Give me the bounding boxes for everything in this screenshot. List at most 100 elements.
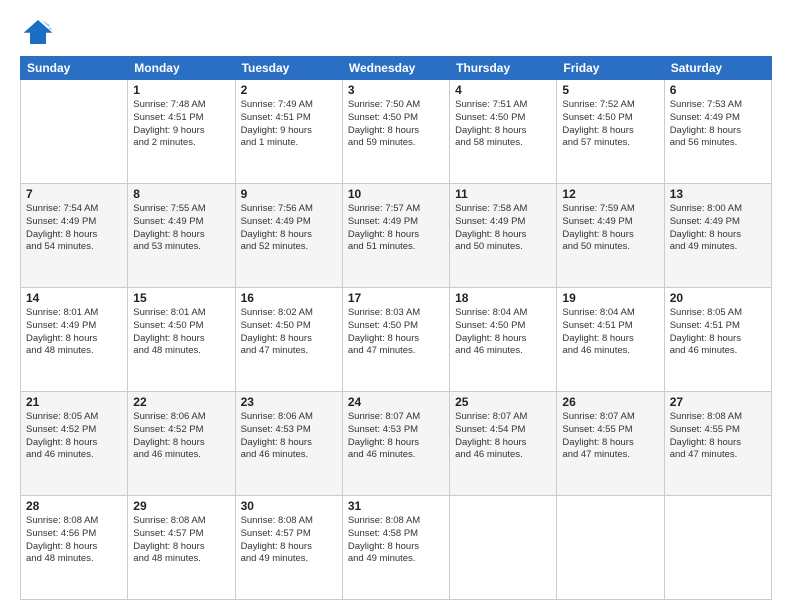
day-info: Sunrise: 8:08 AM Sunset: 4:57 PM Dayligh…	[241, 515, 337, 566]
calendar-cell: 25Sunrise: 8:07 AM Sunset: 4:54 PM Dayli…	[450, 392, 557, 496]
day-number: 17	[348, 291, 444, 305]
calendar-cell: 17 Sunrise: 8:03 AM Sunset: 4:50 PM Dayli…	[342, 288, 449, 392]
calendar-header-row: SundayMondayTuesdayWednesdayThursdayFrid…	[21, 57, 772, 80]
day-info: Sunrise: 8:01 AM Sunset: 4:49 PM Dayligh…	[26, 307, 122, 358]
calendar-cell: 16 Sunrise: 8:02 AM Sunset: 4:50 PM Dayli…	[235, 288, 342, 392]
calendar-dow-wednesday: Wednesday	[342, 57, 449, 80]
calendar-cell: 2Sunrise: 7:49 AM Sunset: 4:51 PM Daylig…	[235, 80, 342, 184]
day-number: 12	[562, 187, 658, 201]
day-info: Sunrise: 7:53 AM Sunset: 4:49 PM Dayligh…	[670, 99, 766, 150]
day-info: Sunrise: 8:06 AM Sunset: 4:52 PM Dayligh…	[133, 411, 229, 462]
calendar-cell: 27Sunrise: 8:08 AM Sunset: 4:55 PM Dayli…	[664, 392, 771, 496]
day-number: 29	[133, 499, 229, 513]
day-info: Sunrise: 8:08 AM Sunset: 4:57 PM Dayligh…	[133, 515, 229, 566]
calendar-cell: 1 Sunrise: 7:48 AM Sunset: 4:51 PM Daylig…	[128, 80, 235, 184]
calendar-cell: 29 Sunrise: 8:08 AM Sunset: 4:57 PM Dayli…	[128, 496, 235, 600]
logo	[20, 18, 58, 46]
day-info: Sunrise: 8:04 AM Sunset: 4:51 PM Dayligh…	[562, 307, 658, 358]
calendar-cell: 31 Sunrise: 8:08 AM Sunset: 4:58 PM Dayli…	[342, 496, 449, 600]
calendar-cell: 24 Sunrise: 8:07 AM Sunset: 4:53 PM Dayli…	[342, 392, 449, 496]
calendar-week-5: 28 Sunrise: 8:08 AM Sunset: 4:56 PM Dayli…	[21, 496, 772, 600]
day-number: 30	[241, 499, 337, 513]
day-number: 31	[348, 499, 444, 513]
calendar-cell: 28 Sunrise: 8:08 AM Sunset: 4:56 PM Dayli…	[21, 496, 128, 600]
calendar-dow-friday: Friday	[557, 57, 664, 80]
calendar-cell: 23 Sunrise: 8:06 AM Sunset: 4:53 PM Dayli…	[235, 392, 342, 496]
day-info: Sunrise: 7:57 AM Sunset: 4:49 PM Dayligh…	[348, 203, 444, 254]
day-info: Sunrise: 8:03 AM Sunset: 4:50 PM Dayligh…	[348, 307, 444, 358]
day-info: Sunrise: 8:01 AM Sunset: 4:50 PM Dayligh…	[133, 307, 229, 358]
day-info: Sunrise: 7:59 AM Sunset: 4:49 PM Dayligh…	[562, 203, 658, 254]
calendar-cell	[557, 496, 664, 600]
calendar-cell: 9 Sunrise: 7:56 AM Sunset: 4:49 PM Daylig…	[235, 184, 342, 288]
day-info: Sunrise: 8:02 AM Sunset: 4:50 PM Dayligh…	[241, 307, 337, 358]
page: SundayMondayTuesdayWednesdayThursdayFrid…	[0, 0, 792, 612]
day-info: Sunrise: 7:54 AM Sunset: 4:49 PM Dayligh…	[26, 203, 122, 254]
day-number: 9	[241, 187, 337, 201]
calendar-dow-sunday: Sunday	[21, 57, 128, 80]
day-info: Sunrise: 8:07 AM Sunset: 4:55 PM Dayligh…	[562, 411, 658, 462]
calendar-cell: 21Sunrise: 8:05 AM Sunset: 4:52 PM Dayli…	[21, 392, 128, 496]
day-info: Sunrise: 8:08 AM Sunset: 4:58 PM Dayligh…	[348, 515, 444, 566]
day-number: 24	[348, 395, 444, 409]
calendar-cell: 22 Sunrise: 8:06 AM Sunset: 4:52 PM Dayli…	[128, 392, 235, 496]
calendar-cell: 26 Sunrise: 8:07 AM Sunset: 4:55 PM Dayli…	[557, 392, 664, 496]
day-number: 2	[241, 83, 337, 97]
calendar-cell: 19Sunrise: 8:04 AM Sunset: 4:51 PM Dayli…	[557, 288, 664, 392]
calendar-dow-monday: Monday	[128, 57, 235, 80]
day-info: Sunrise: 7:58 AM Sunset: 4:49 PM Dayligh…	[455, 203, 551, 254]
calendar-cell	[664, 496, 771, 600]
day-info: Sunrise: 7:48 AM Sunset: 4:51 PM Dayligh…	[133, 99, 229, 150]
calendar-cell	[21, 80, 128, 184]
day-info: Sunrise: 7:50 AM Sunset: 4:50 PM Dayligh…	[348, 99, 444, 150]
day-number: 18	[455, 291, 551, 305]
day-number: 13	[670, 187, 766, 201]
calendar-cell	[450, 496, 557, 600]
calendar-week-1: 1 Sunrise: 7:48 AM Sunset: 4:51 PM Daylig…	[21, 80, 772, 184]
day-number: 7	[26, 187, 122, 201]
day-info: Sunrise: 8:06 AM Sunset: 4:53 PM Dayligh…	[241, 411, 337, 462]
calendar-cell: 18 Sunrise: 8:04 AM Sunset: 4:50 PM Dayli…	[450, 288, 557, 392]
calendar-cell: 11 Sunrise: 7:58 AM Sunset: 4:49 PM Dayli…	[450, 184, 557, 288]
calendar-cell: 12 Sunrise: 7:59 AM Sunset: 4:49 PM Dayli…	[557, 184, 664, 288]
day-number: 28	[26, 499, 122, 513]
calendar-dow-tuesday: Tuesday	[235, 57, 342, 80]
day-number: 27	[670, 395, 766, 409]
calendar-week-4: 21Sunrise: 8:05 AM Sunset: 4:52 PM Dayli…	[21, 392, 772, 496]
day-number: 26	[562, 395, 658, 409]
day-number: 6	[670, 83, 766, 97]
calendar-cell: 20Sunrise: 8:05 AM Sunset: 4:51 PM Dayli…	[664, 288, 771, 392]
day-info: Sunrise: 7:56 AM Sunset: 4:49 PM Dayligh…	[241, 203, 337, 254]
calendar-cell: 15Sunrise: 8:01 AM Sunset: 4:50 PM Dayli…	[128, 288, 235, 392]
day-number: 23	[241, 395, 337, 409]
day-number: 21	[26, 395, 122, 409]
calendar-cell: 7 Sunrise: 7:54 AM Sunset: 4:49 PM Daylig…	[21, 184, 128, 288]
calendar-cell: 14 Sunrise: 8:01 AM Sunset: 4:49 PM Dayli…	[21, 288, 128, 392]
day-number: 1	[133, 83, 229, 97]
calendar-cell: 3Sunrise: 7:50 AM Sunset: 4:50 PM Daylig…	[342, 80, 449, 184]
day-number: 5	[562, 83, 658, 97]
day-number: 16	[241, 291, 337, 305]
calendar-week-3: 14 Sunrise: 8:01 AM Sunset: 4:49 PM Dayli…	[21, 288, 772, 392]
day-number: 11	[455, 187, 551, 201]
day-info: Sunrise: 8:00 AM Sunset: 4:49 PM Dayligh…	[670, 203, 766, 254]
day-number: 4	[455, 83, 551, 97]
generalblue-icon	[22, 18, 54, 46]
day-info: Sunrise: 8:07 AM Sunset: 4:53 PM Dayligh…	[348, 411, 444, 462]
day-info: Sunrise: 8:05 AM Sunset: 4:51 PM Dayligh…	[670, 307, 766, 358]
calendar: SundayMondayTuesdayWednesdayThursdayFrid…	[20, 56, 772, 600]
day-info: Sunrise: 7:51 AM Sunset: 4:50 PM Dayligh…	[455, 99, 551, 150]
day-info: Sunrise: 8:04 AM Sunset: 4:50 PM Dayligh…	[455, 307, 551, 358]
calendar-dow-thursday: Thursday	[450, 57, 557, 80]
day-number: 8	[133, 187, 229, 201]
day-number: 22	[133, 395, 229, 409]
day-info: Sunrise: 7:52 AM Sunset: 4:50 PM Dayligh…	[562, 99, 658, 150]
calendar-cell: 8 Sunrise: 7:55 AM Sunset: 4:49 PM Daylig…	[128, 184, 235, 288]
day-info: Sunrise: 8:08 AM Sunset: 4:56 PM Dayligh…	[26, 515, 122, 566]
calendar-cell: 10 Sunrise: 7:57 AM Sunset: 4:49 PM Dayli…	[342, 184, 449, 288]
day-number: 10	[348, 187, 444, 201]
day-info: Sunrise: 7:55 AM Sunset: 4:49 PM Dayligh…	[133, 203, 229, 254]
calendar-cell: 30 Sunrise: 8:08 AM Sunset: 4:57 PM Dayli…	[235, 496, 342, 600]
calendar-cell: 13 Sunrise: 8:00 AM Sunset: 4:49 PM Dayli…	[664, 184, 771, 288]
day-number: 14	[26, 291, 122, 305]
